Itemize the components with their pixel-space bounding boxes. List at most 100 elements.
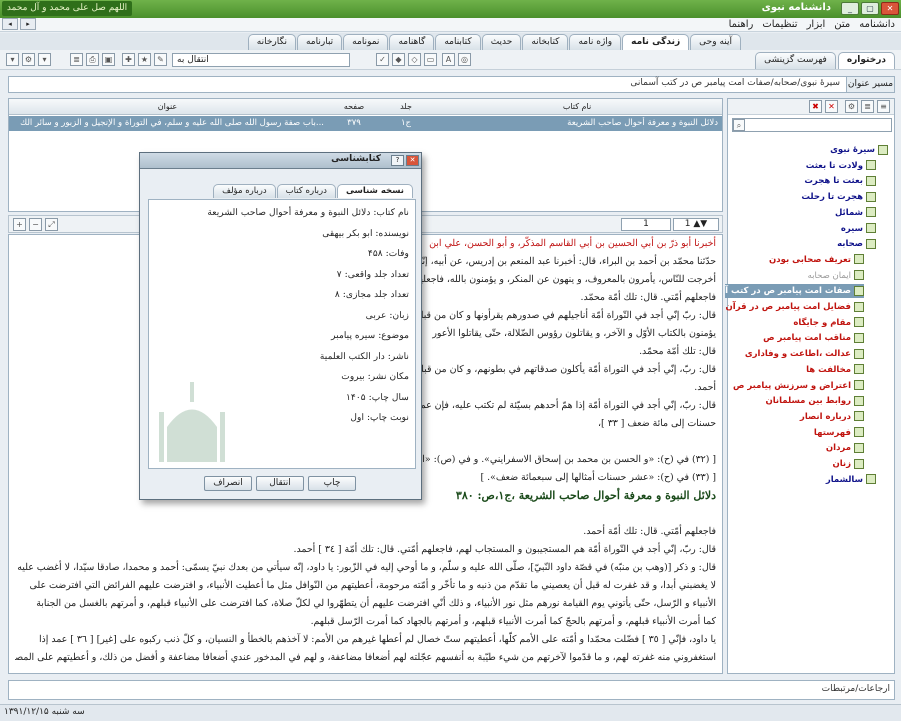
book-icon (866, 238, 876, 249)
tree-node-label: هجرت تا رحلت (801, 192, 863, 203)
close-icon[interactable]: ✕ (881, 2, 899, 15)
tree-node[interactable]: مردان (826, 441, 864, 455)
fit-icon[interactable]: ⤢ (45, 218, 58, 231)
note-icon[interactable]: ✎ (154, 53, 167, 66)
print-icon[interactable]: ⎙ (86, 53, 99, 66)
menu-item-1[interactable]: متن (834, 19, 850, 30)
tree-node[interactable]: صفات امت پیامبر ص در کتب آ (725, 284, 864, 299)
globe-icon[interactable]: ◎ (458, 53, 471, 66)
minimize-icon[interactable]: _ (841, 2, 859, 15)
tree-node[interactable]: مخالفت ها (806, 363, 864, 377)
dialog-help-icon[interactable]: ? (391, 155, 404, 166)
tree-node[interactable]: تعریف صحابی بودن (769, 253, 864, 267)
tree-node[interactable]: هجرت تا رحلت (801, 190, 876, 204)
tree-node[interactable]: ایمان صحابه (808, 269, 864, 283)
star-icon[interactable]: ★ (138, 53, 151, 66)
window-title-bar: اللهم صل علی محمد و آل محمد دانشنامه نبو… (0, 0, 901, 18)
tree-node[interactable]: سیره (841, 222, 876, 236)
maximize-icon[interactable]: ▢ (861, 2, 879, 15)
dialog-tab-1[interactable]: درباره کتاب (276, 184, 336, 198)
transfer-button[interactable]: انتقال (256, 476, 304, 491)
tree-node[interactable]: درباره انصار (800, 410, 864, 424)
tree-node[interactable]: صحابه (837, 237, 876, 251)
tab-main-5[interactable]: کتابنامه (435, 34, 481, 50)
cancel-button[interactable]: انصراف (204, 476, 252, 491)
save-icon[interactable]: ▣ (102, 53, 115, 66)
tab-side-1[interactable]: فهرست گزینشی (755, 52, 836, 69)
tab-main-9[interactable]: نگارخانه (247, 34, 296, 50)
tree-node[interactable]: روابط بین مسلمانان (765, 394, 864, 408)
tree-node[interactable]: فضایل امت پیامبر ص در قرآن (726, 300, 864, 314)
book-icon (866, 191, 876, 202)
dialog-tab-0[interactable]: نسخه شناسی (336, 184, 413, 198)
tab-main-1[interactable]: زندگی نامه (622, 34, 690, 50)
page-number-input[interactable]: 1 (621, 218, 671, 231)
dialog-close-icon[interactable]: ✕ (406, 155, 419, 166)
window-title: دانشنامه نبوی (761, 2, 831, 13)
arrow-down-icon[interactable]: ▾ (38, 53, 51, 66)
remove-icon[interactable]: ✖ (809, 100, 822, 113)
tree-node[interactable]: فهرستها (814, 426, 864, 440)
tree-node[interactable]: ولادت تا بعثت (806, 159, 876, 173)
tree-node-label: زنان (832, 459, 851, 469)
reader-line: فاجعلهم أمّتي. قال: تلك أمّة أحمد. (583, 526, 716, 537)
dropdown-arrow-icon[interactable]: ▾ (6, 53, 19, 66)
tab-main-4[interactable]: حدیث (481, 34, 522, 50)
settings-icon[interactable]: ⚙ (22, 53, 35, 66)
tree-settings-icon[interactable]: ⚙ (845, 100, 858, 113)
tree-search-input[interactable]: ⌕ (732, 118, 892, 132)
add-icon[interactable]: ✚ (122, 53, 135, 66)
list-icon[interactable]: ≣ (70, 53, 83, 66)
col-header-page[interactable]: صفحه (328, 100, 380, 114)
tree-node-label: صفات امت پیامبر ص در کتب آ (725, 286, 851, 297)
print-button[interactable]: چاپ (308, 476, 356, 491)
tab-side-0[interactable]: درختواره (837, 52, 895, 69)
tree-node[interactable]: بعثت تا هجرت (804, 174, 876, 188)
page-spinner[interactable]: 1 ▲▼ (673, 218, 719, 231)
forward-arrow-icon[interactable]: ▸ (20, 18, 36, 30)
eraser-icon[interactable]: ◇ (408, 53, 421, 66)
tree-node[interactable]: سالشمار (826, 473, 876, 487)
tree-node-label: فهرستها (813, 427, 851, 438)
dialog-tab-2[interactable]: درباره مؤلف (213, 184, 276, 198)
tree-node[interactable]: مناقب امت پیامبر ص (763, 331, 864, 345)
menu-item-3[interactable]: تنظیمات (762, 19, 797, 30)
tree-node[interactable]: زنان (832, 457, 864, 471)
tab-main-6[interactable]: گاهنامه (389, 34, 435, 50)
col-header-volume[interactable]: جلد (380, 100, 432, 114)
transfer-combo[interactable]: انتقال به (172, 53, 350, 67)
zoom-out-icon[interactable]: − (29, 218, 42, 231)
col-header-title[interactable]: عنوان (7, 100, 328, 114)
menu-item-0[interactable]: دانشنامه (859, 19, 895, 30)
menu-item-2[interactable]: ابزار (807, 19, 826, 30)
tab-main-3[interactable]: کتابخانه (522, 34, 569, 50)
tab-main-0[interactable]: آینه وحی (690, 34, 741, 50)
tab-main-8[interactable]: تبارنامه (296, 34, 343, 50)
tree-node[interactable]: مقام و جایگاه (793, 316, 864, 330)
reader-line: كما أمرت الأنبياء قبلهم، و أمرتهم بالحجّ… (310, 616, 716, 627)
zoom-in-icon[interactable]: + (13, 218, 26, 231)
tab-main-7[interactable]: نمونامه (343, 34, 389, 50)
transfer-combo-label: انتقال به (177, 55, 209, 65)
dialog-line: موضوع: سيره پيامبر (331, 330, 409, 341)
tab-main-2[interactable]: واژه نامه (569, 34, 622, 50)
highlight-icon[interactable]: ◆ (392, 53, 405, 66)
edit-icon[interactable]: ✓ (376, 53, 389, 66)
dialog-line: وفات: ۴۵۸ (367, 248, 409, 259)
menu-item-4[interactable]: راهنما (729, 19, 754, 30)
col-header-book[interactable]: نام کتاب (432, 100, 722, 114)
book-icon (866, 207, 876, 218)
tree-node[interactable]: عدالت ،اطاعت و وفاداری (745, 347, 864, 361)
expand-icon[interactable]: ≡ (877, 100, 890, 113)
tree-node[interactable]: سیرهٔ نبوی (830, 143, 888, 157)
collapse-icon[interactable]: ≣ (861, 100, 874, 113)
tree-node[interactable]: اعتراض و سرزنش پیامبر ص (733, 379, 864, 393)
table-row[interactable]: دلائل النبوة و معرفة أحوال صاحب الشريعة … (9, 116, 722, 131)
font-icon[interactable]: A (442, 53, 455, 66)
search-icon[interactable]: ⌕ (733, 119, 745, 131)
delete-icon[interactable]: ✕ (825, 100, 838, 113)
back-arrow-icon[interactable]: ◂ (2, 18, 18, 30)
bookmark-icon[interactable]: ▭ (424, 53, 437, 66)
dialog-buttons: انصراف انتقال چاپ (204, 476, 356, 491)
tree-node[interactable]: شمائل (835, 206, 876, 220)
